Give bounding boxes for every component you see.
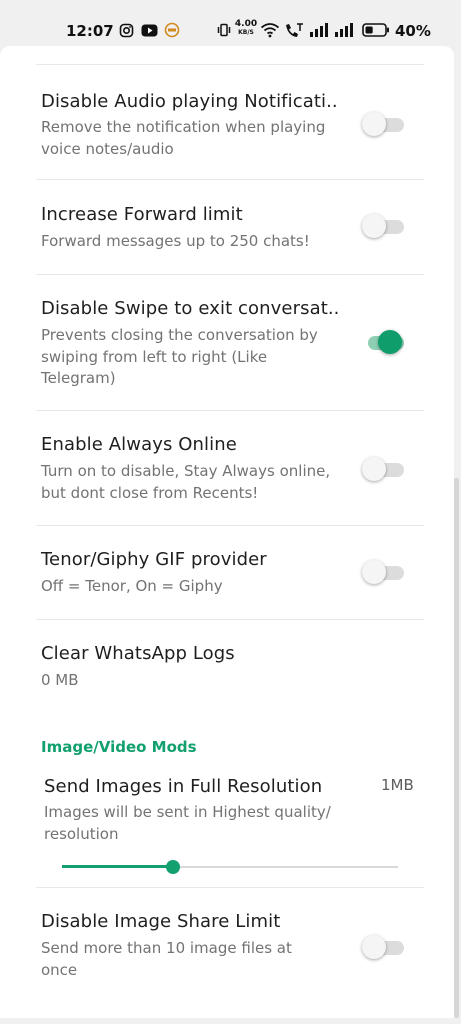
- setting-subtitle: Send more than 10 image files at once: [41, 939, 292, 979]
- section-header-image-video-mods: Image/Video Mods: [41, 738, 197, 756]
- net-speed-value: 4.00: [234, 19, 258, 29]
- disable-audio-notification-toggle[interactable]: [362, 111, 406, 137]
- enable-always-online-toggle[interactable]: [362, 456, 406, 482]
- net-speed-unit: KB/S: [238, 29, 254, 36]
- setting-subtitle: Prevents closing the conversation by swi…: [41, 326, 318, 387]
- divider: [36, 179, 424, 180]
- setting-subtitle: Forward messages up to 250 chats!: [41, 232, 310, 250]
- setting-title: Disable Swipe to exit conversat..: [41, 298, 340, 319]
- setting-disable-image-share-limit[interactable]: Disable Image Share Limit Send more than…: [0, 888, 454, 998]
- slider-fill: [62, 865, 173, 868]
- volte-call-icon: [284, 22, 304, 38]
- toggle-thumb: [362, 457, 386, 481]
- disable-image-share-limit-toggle[interactable]: [362, 934, 406, 960]
- setting-subtitle: Off = Tenor, On = Giphy: [41, 577, 223, 595]
- setting-subtitle: Turn on to disable, Stay Always online, …: [41, 462, 331, 502]
- toggle-thumb: [362, 560, 386, 584]
- signal-sim1-icon: [309, 22, 331, 38]
- battery-icon: [362, 22, 390, 38]
- setting-subtitle: Images will be sent in Highest quality/ …: [44, 803, 331, 843]
- setting-title: Disable Audio playing Notificati..: [41, 91, 338, 112]
- scrollbar[interactable]: [454, 478, 459, 1018]
- disable-swipe-to-exit-toggle[interactable]: [362, 329, 406, 355]
- net-speed: 4.00 KB/S: [235, 19, 257, 39]
- setting-title: Increase Forward limit: [41, 204, 243, 225]
- youtube-icon: [141, 22, 158, 38]
- setting-title: Send Images in Full Resolution: [44, 776, 323, 797]
- setting-subtitle: 0 MB: [41, 671, 79, 689]
- wifi-icon: [260, 22, 280, 38]
- setting-title: Clear WhatsApp Logs: [41, 643, 235, 664]
- vibrate-icon: [217, 22, 231, 38]
- settings-list: Disable Audio playing Notificati.. Remov…: [0, 46, 454, 1018]
- setting-title: Disable Image Share Limit: [41, 911, 281, 932]
- divider: [36, 64, 424, 65]
- status-bar: 12:07 4.00 KB/S 40%: [0, 0, 461, 46]
- full-resolution-slider[interactable]: [62, 860, 398, 874]
- toggle-thumb: [362, 214, 386, 238]
- instagram-icon: [119, 22, 134, 38]
- increase-forward-limit-toggle[interactable]: [362, 213, 406, 239]
- toggle-thumb: [362, 112, 386, 136]
- setting-disable-audio-notification[interactable]: Disable Audio playing Notificati.. Remov…: [0, 79, 454, 193]
- setting-title: Enable Always Online: [41, 434, 237, 455]
- gif-provider-toggle[interactable]: [362, 559, 406, 585]
- app-notification-icon: [164, 22, 180, 38]
- slider-handle[interactable]: [165, 860, 180, 874]
- setting-enable-always-online[interactable]: Enable Always Online Turn on to disable,…: [0, 411, 454, 525]
- battery-percent: 40%: [395, 22, 431, 40]
- toggle-thumb: [362, 935, 386, 959]
- setting-clear-whatsapp-logs[interactable]: Clear WhatsApp Logs 0 MB: [0, 620, 454, 712]
- setting-gif-provider[interactable]: Tenor/Giphy GIF provider Off = Tenor, On…: [0, 526, 454, 619]
- setting-subtitle: Remove the notification when playing voi…: [41, 118, 326, 158]
- status-time: 12:07: [66, 22, 114, 40]
- setting-increase-forward-limit[interactable]: Increase Forward limit Forward messages …: [0, 194, 454, 274]
- toggle-thumb: [378, 330, 402, 354]
- setting-title: Tenor/Giphy GIF provider: [41, 549, 267, 570]
- setting-disable-swipe-to-exit[interactable]: Disable Swipe to exit conversat.. Preven…: [0, 275, 454, 410]
- resolution-value: 1MB: [381, 776, 414, 794]
- signal-sim2-icon: [334, 22, 356, 38]
